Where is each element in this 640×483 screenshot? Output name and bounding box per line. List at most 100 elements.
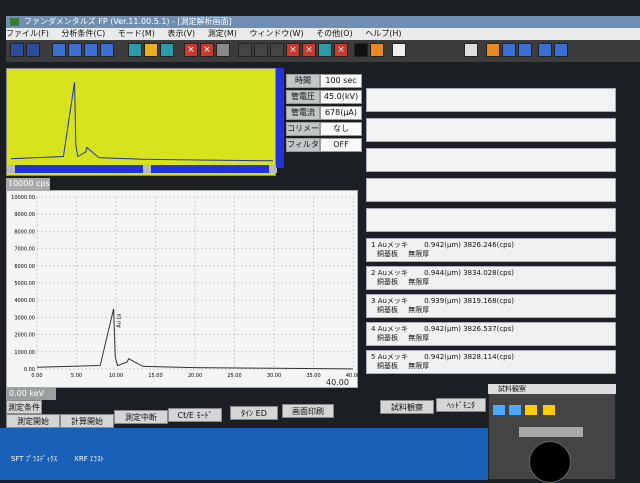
tab-measurement-conditions[interactable]: 測定条件 [6,400,42,414]
param-value-filter[interactable]: OFF [320,138,362,152]
result-number: 1 [371,241,376,249]
tool-icon[interactable] [68,43,82,57]
x-tick-label: 0.00 [31,373,42,379]
result-layer: Auメッキ [377,241,408,249]
menu-measure[interactable]: 測定(M) [208,29,237,38]
result-row[interactable]: 1 Auメッキ 0.942(μm) 3826.246(cps) 銅基板 無限厚 [366,238,616,262]
spectrum-vertical-scroll[interactable] [276,68,284,168]
tool-icon[interactable] [518,43,532,57]
scroll-handle-mid[interactable] [143,165,151,173]
x-tick-label: 35.00 [306,373,320,379]
result-panel-empty [366,178,616,202]
menu-view[interactable]: 表示(V) [167,29,195,38]
param-label-collimator: コリメータ [286,122,320,145]
result-thickness: 0.942(μm) [424,353,461,361]
menu-help[interactable]: ヘルプ(H) [365,29,401,38]
result-row[interactable]: 4 Auメッキ 0.942(μm) 3826.537(cps) 銅基板 無限厚 [366,322,616,346]
x-tick-label: 10.00 [109,373,123,379]
sample-window-title: 試料観察 [488,384,616,394]
zoom-slider[interactable] [519,427,583,437]
control-icon[interactable] [509,405,521,415]
x-tick-label: 30.00 [267,373,281,379]
spectrum-chart: 10000.00 9000.00 8000.00 7000.00 6000.00 5000… [6,190,360,388]
scroll-handle-left[interactable] [7,165,15,173]
export-icon[interactable] [464,43,478,57]
tool-icon[interactable] [128,43,142,57]
param-value-current[interactable]: 678(μA) [320,106,362,120]
result-cps: 3834.028(cps) [463,269,514,277]
control-icon[interactable] [525,405,537,415]
start-calculation-button[interactable]: 計算開始 [60,414,114,428]
result-panel-empty [366,118,616,142]
menu-bar: ファイル(F) 分析条件(C) モード(M) 表示(V) 測定(M) ウィンドウ… [6,28,640,40]
cps-scale-label: 10000 cps [6,178,50,190]
control-icon[interactable] [543,405,555,415]
result-panel-empty [366,208,616,232]
stop-measurement-button[interactable]: 測定中断 [114,410,168,424]
result-base-thickness: 無限厚 [408,278,430,286]
close-icon[interactable]: × [334,43,348,57]
menu-mode[interactable]: モード(M) [118,29,155,38]
window-titlebar: ファンダメンタルズ FP (Ver.11.00.5.1) - [測定解析画面] [6,16,640,28]
spectrum-scrollbar[interactable] [7,165,277,173]
ct-e-mode-button[interactable]: Ct/E ﾓｰﾄﾞ [168,408,222,422]
y-tick-label: 8000.00 [14,229,35,235]
desktop-area: SFT ﾌﾟﾗｽﾃﾞｨｸｽ XRF ｴﾗｽﾄ [0,428,488,480]
tool-icon[interactable] [486,43,500,57]
result-cps: 3828.114(cps) [463,353,514,361]
result-row[interactable]: 2 Auメッキ 0.944(μm) 3834.028(cps) 銅基板 無限厚 [366,266,616,290]
result-panel-empty [366,148,616,172]
start-measurement-button[interactable]: 測定開始 [6,414,60,428]
param-value-collimator[interactable]: なし [320,122,362,136]
desktop-icon-label[interactable]: XRF ｴﾗｽﾄ [64,454,114,464]
menu-analysis[interactable]: 分析条件(C) [61,29,105,38]
tool-icon[interactable] [100,43,114,57]
param-value-voltage[interactable]: 45.0(kV) [320,90,362,104]
monitor-icon[interactable] [354,43,368,57]
sample-observation-window [488,384,616,483]
person-icon[interactable] [270,43,284,57]
menu-other[interactable]: その他(O) [316,29,353,38]
tine-button[interactable]: ﾀｲﾝ ED [230,406,278,420]
tool-icon[interactable] [52,43,66,57]
close-icon[interactable]: × [302,43,316,57]
result-base: 銅基板 [377,278,398,286]
open-icon[interactable] [10,43,24,57]
desktop-icon-label[interactable]: SFT ﾌﾟﾗｽﾃﾞｨｸｽ [4,454,64,464]
param-value-time[interactable]: 100 sec [320,74,362,88]
tool-icon[interactable] [554,43,568,57]
tool-icon[interactable] [502,43,516,57]
result-base: 銅基板 [377,306,398,314]
result-number: 4 [371,325,376,333]
person-icon[interactable] [254,43,268,57]
tool-icon[interactable] [160,43,174,57]
result-row[interactable]: 5 Auメッキ 0.942(μm) 3828.114(cps) 銅基板 無限厚 [366,350,616,374]
tool-icon[interactable] [238,43,252,57]
menu-file[interactable]: ファイル(F) [6,29,49,38]
document-icon[interactable] [392,43,406,57]
result-row[interactable]: 3 Auメッキ 0.939(μm) 3819.168(cps) 銅基板 無限厚 [366,294,616,318]
tool-icon[interactable] [216,43,230,57]
control-icon[interactable] [493,405,505,415]
print-screen-button[interactable]: 画面印刷 [282,404,334,418]
result-base-thickness: 無限厚 [408,306,430,314]
result-layer: Auメッキ [377,297,408,305]
y-tick-label: 5000.00 [14,281,35,287]
tool-icon[interactable] [538,43,552,57]
close-icon[interactable]: × [184,43,198,57]
result-thickness: 0.944(μm) [424,269,461,277]
tool-icon[interactable] [144,43,158,57]
param-label-time: 時間 [286,74,320,88]
x-tick-label: 5.00 [71,373,82,379]
save-icon[interactable] [26,43,40,57]
result-base: 銅基板 [377,362,398,370]
sample-view-button[interactable]: 試料観察 [380,400,434,414]
toolbar: × × × × × [6,40,640,62]
head-monitor-button[interactable]: ﾍｯﾄﾞﾓﾆﾀ [436,398,486,412]
menu-window[interactable]: ウィンドウ(W) [249,29,303,38]
tool-icon[interactable] [370,43,384,57]
tool-icon[interactable] [318,43,332,57]
close-icon[interactable]: × [200,43,214,57]
tool-icon[interactable] [84,43,98,57]
close-icon[interactable]: × [286,43,300,57]
